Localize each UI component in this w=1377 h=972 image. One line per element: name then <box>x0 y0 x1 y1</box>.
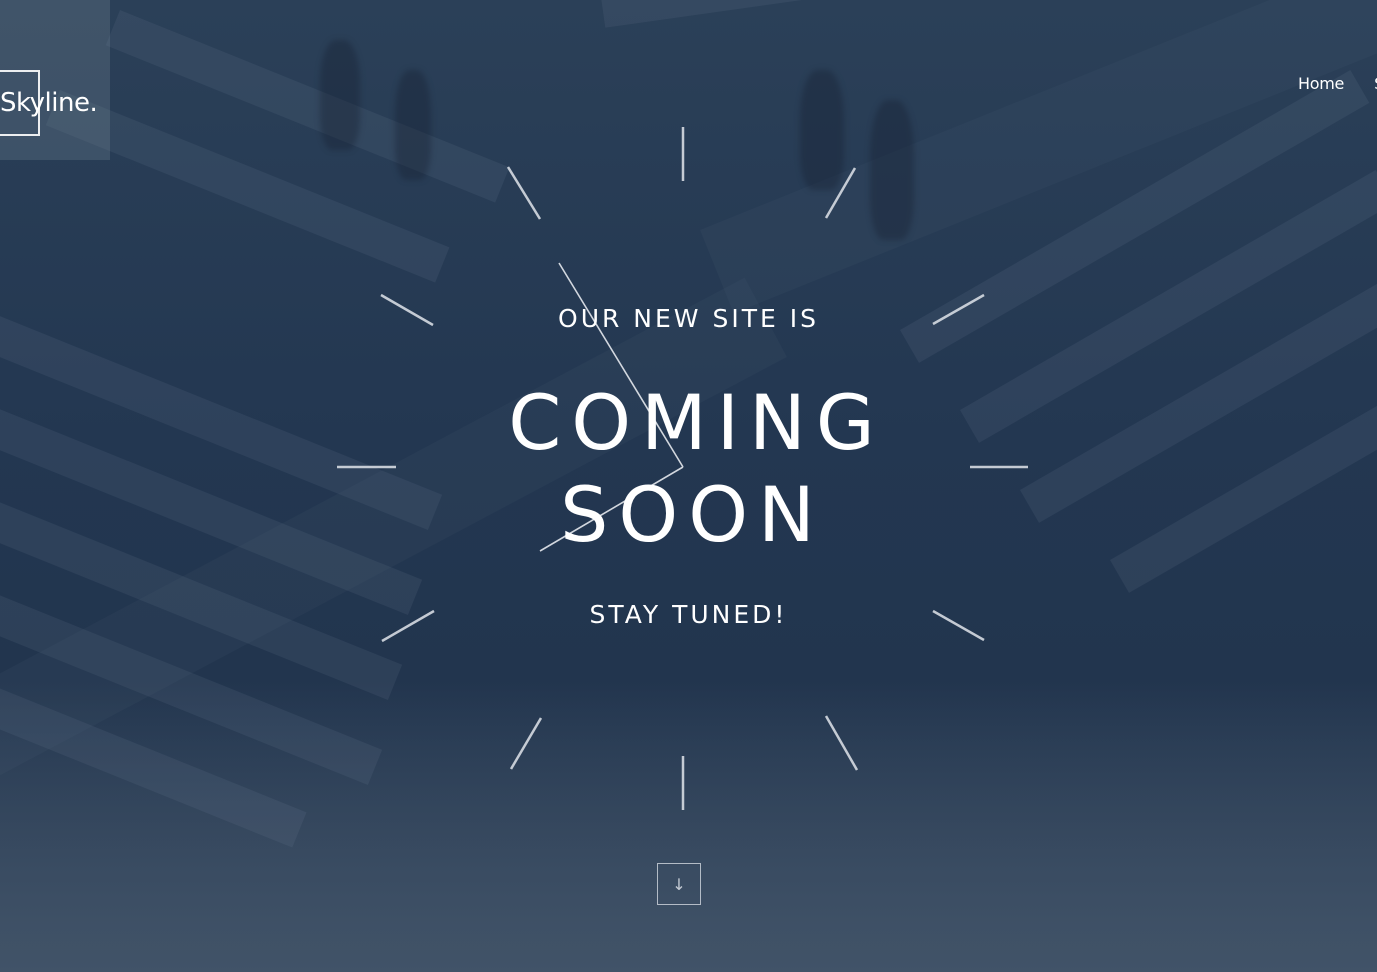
headline-line-1: COMING <box>508 378 885 467</box>
ray-7 <box>509 717 543 770</box>
hero-section: Skyline. Home S OUR NEW SITE IS COMING <box>0 0 1377 972</box>
nav-link-home[interactable]: Home <box>1298 74 1344 93</box>
ray-1 <box>824 167 857 219</box>
logo-text: Skyline. <box>0 88 98 118</box>
main-nav: Home S <box>1298 74 1377 93</box>
pre-title: OUR NEW SITE IS <box>558 304 819 333</box>
ray-5 <box>824 715 859 771</box>
arrow-down-icon: ↓ <box>672 874 686 894</box>
headline-line-2: SOON <box>560 470 825 559</box>
post-title: STAY TUNED! <box>589 600 788 629</box>
logo[interactable]: Skyline. <box>0 0 110 160</box>
scroll-down-button[interactable]: ↓ <box>657 863 701 905</box>
ray-11 <box>506 166 542 220</box>
